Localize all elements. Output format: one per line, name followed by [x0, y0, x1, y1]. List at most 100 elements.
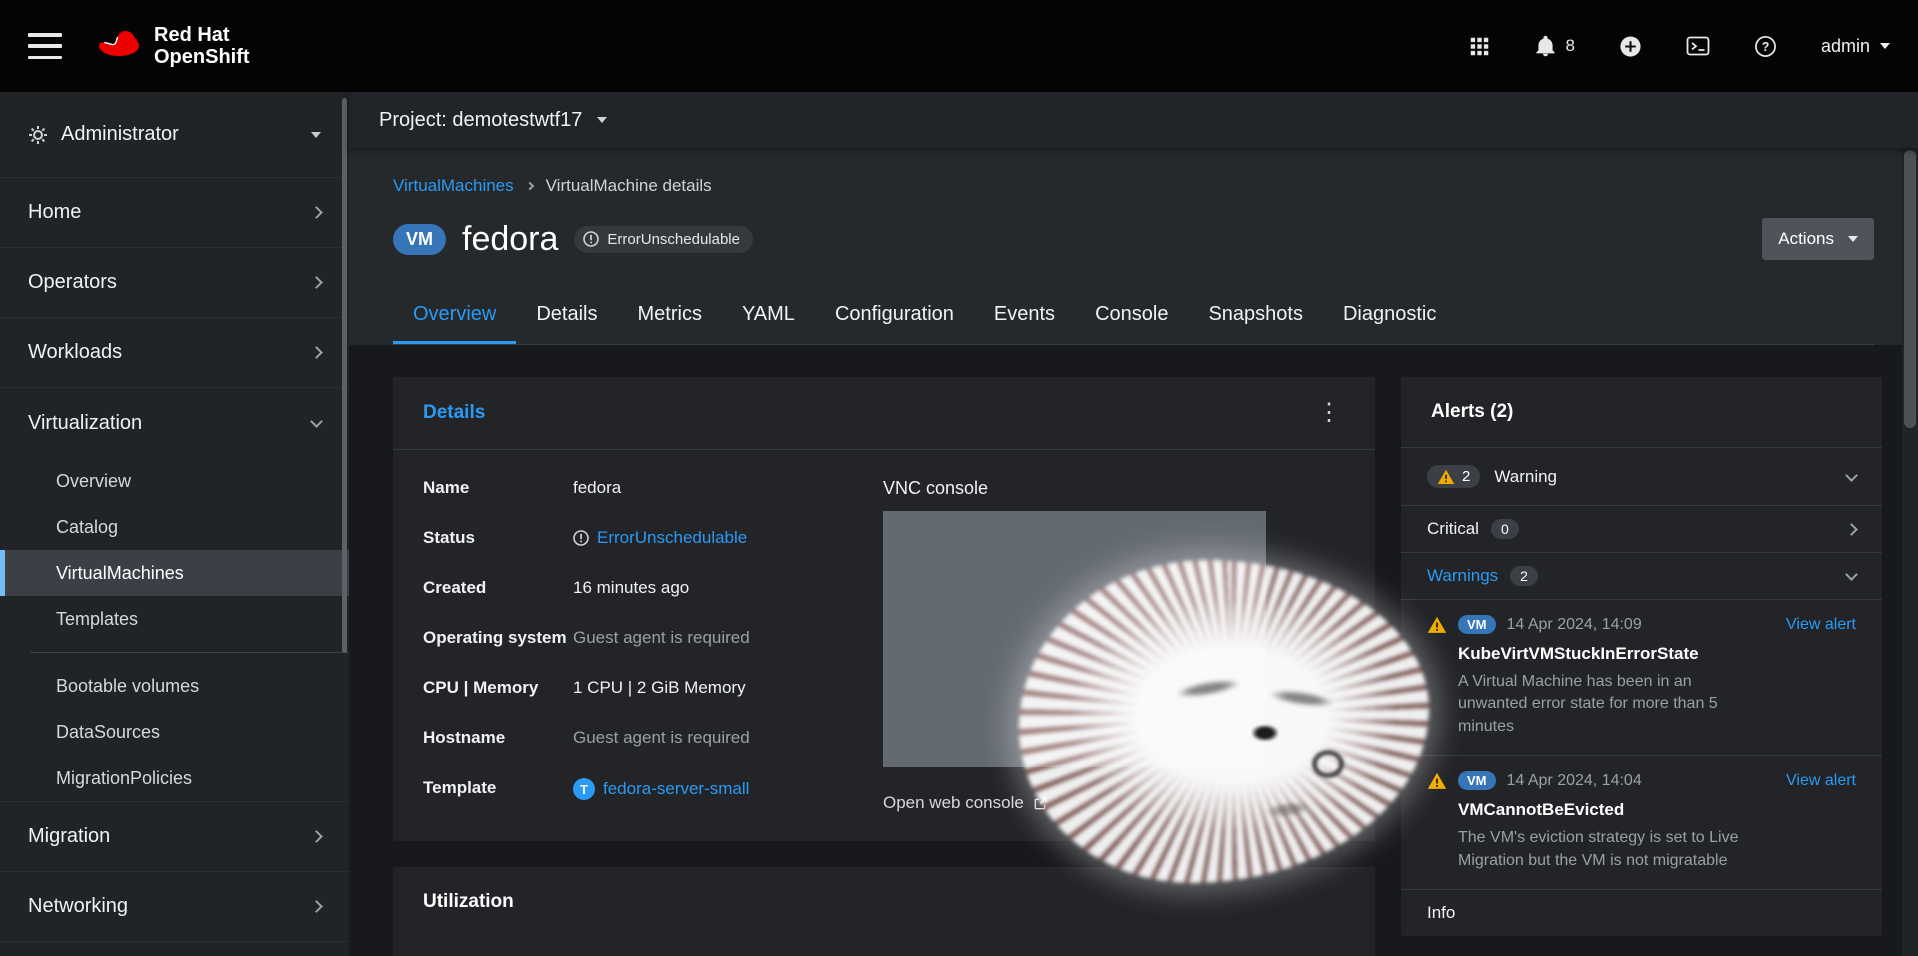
masthead: Red Hat OpenShift 8 ? admin: [0, 0, 1918, 92]
gear-icon: [28, 125, 48, 145]
nav-toggle-button[interactable]: [28, 33, 62, 59]
kebab-menu-icon[interactable]: ⋮: [1313, 401, 1345, 425]
app-launcher-icon[interactable]: [1469, 36, 1490, 57]
critical-count-badge: 0: [1491, 519, 1519, 539]
vertical-scrollbar[interactable]: [1902, 148, 1918, 956]
page-title: fedora: [462, 220, 558, 259]
user-name: admin: [1821, 36, 1870, 57]
breadcrumb-virtualmachines[interactable]: VirtualMachines: [393, 176, 514, 196]
brand-line1: Red Hat: [154, 24, 250, 46]
info-row[interactable]: Info: [1401, 890, 1882, 936]
tab-metrics[interactable]: Metrics: [618, 288, 722, 344]
utilization-card-title: Utilization: [423, 891, 514, 913]
field-hostname: Hostname Guest agent is required: [423, 728, 883, 748]
scrollbar-thumb[interactable]: [1904, 150, 1916, 428]
sidebar-item-workloads[interactable]: Workloads: [0, 318, 349, 388]
field-status: Status ErrorUnschedulable: [423, 528, 883, 548]
sidebar-item-migration[interactable]: Migration: [0, 802, 349, 872]
cli-terminal-icon[interactable]: [1686, 34, 1710, 58]
svg-text:?: ?: [1762, 39, 1770, 53]
chevron-right-icon: [1845, 523, 1858, 536]
sidebar-item-virt-overview[interactable]: Overview: [0, 458, 349, 504]
vnc-console-section: VNC console Open web console: [883, 478, 1345, 813]
perspective-switcher[interactable]: Administrator: [0, 92, 349, 178]
caret-down-icon: [311, 132, 321, 138]
sidebar-item-networking[interactable]: Networking: [0, 872, 349, 942]
actions-button[interactable]: Actions: [1762, 218, 1874, 260]
field-operating-system: Operating system Guest agent is required: [423, 628, 883, 648]
tab-console[interactable]: Console: [1075, 288, 1188, 344]
warnings-count-badge: 2: [1510, 566, 1538, 586]
status-link[interactable]: ErrorUnschedulable: [597, 528, 747, 548]
sidebar-item-home[interactable]: Home: [0, 178, 349, 248]
tab-diagnostic[interactable]: Diagnostic: [1323, 288, 1456, 344]
breadcrumb: VirtualMachines VirtualMachine details: [393, 176, 1874, 196]
status-pill-label: ErrorUnschedulable: [607, 231, 740, 248]
chevron-down-icon: [1845, 469, 1858, 482]
project-selector[interactable]: Project: demotestwtf17: [349, 92, 1918, 148]
tab-configuration[interactable]: Configuration: [815, 288, 974, 344]
tab-yaml[interactable]: YAML: [722, 288, 815, 344]
field-name: Name fedora: [423, 478, 883, 498]
sidebar-item-virtualization[interactable]: Virtualization: [0, 388, 349, 458]
chevron-right-icon: [525, 182, 533, 190]
tab-bar: Overview Details Metrics YAML Configurat…: [393, 288, 1874, 345]
alerts-summary-row[interactable]: 2 Warning: [1401, 448, 1882, 506]
sidebar-item-templates[interactable]: Templates: [0, 596, 349, 642]
virtualization-subnav: Overview Catalog VirtualMachines Templat…: [0, 458, 349, 802]
view-alert-link[interactable]: View alert: [1786, 616, 1856, 634]
view-alert-link[interactable]: View alert: [1786, 772, 1856, 790]
main-content: Project: demotestwtf17 VirtualMachines V…: [349, 92, 1918, 956]
chevron-right-icon: [310, 900, 323, 913]
field-cpu-memory: CPU | Memory 1 CPU | 2 GiB Memory: [423, 678, 883, 698]
exclamation-circle-icon: [583, 231, 599, 247]
warnings-row[interactable]: Warnings 2: [1401, 553, 1882, 600]
user-menu[interactable]: admin: [1821, 36, 1890, 57]
tab-events[interactable]: Events: [974, 288, 1075, 344]
warning-count-chip: 2: [1427, 465, 1480, 488]
critical-row[interactable]: Critical 0: [1401, 506, 1882, 553]
template-link[interactable]: fedora-server-small: [603, 779, 749, 799]
open-web-console-link[interactable]: Open web console: [883, 793, 1048, 813]
sidebar-item-bootable-volumes[interactable]: Bootable volumes: [0, 663, 349, 709]
warning-triangle-icon: [1427, 616, 1447, 634]
tab-snapshots[interactable]: Snapshots: [1188, 288, 1323, 344]
tab-details[interactable]: Details: [516, 288, 617, 344]
alert-timestamp: 14 Apr 2024, 14:04: [1507, 772, 1642, 790]
vnc-console-label: VNC console: [883, 478, 1345, 499]
tab-overview[interactable]: Overview: [393, 288, 516, 344]
sidebar: Administrator Home Operators Workloads V…: [0, 92, 349, 956]
sidebar-scrollbar[interactable]: [342, 98, 347, 653]
external-link-icon: [1033, 796, 1048, 811]
details-card-title[interactable]: Details: [423, 402, 485, 424]
quick-create-icon[interactable]: [1619, 35, 1642, 58]
page-header: VirtualMachines VirtualMachine details V…: [349, 148, 1918, 345]
sidebar-divider: [30, 652, 349, 653]
chevron-right-icon: [310, 206, 323, 219]
help-icon[interactable]: ?: [1754, 35, 1777, 58]
sidebar-item-virtualmachines[interactable]: VirtualMachines: [0, 550, 349, 596]
alert-timestamp: 14 Apr 2024, 14:09: [1507, 616, 1642, 634]
notification-count: 8: [1566, 36, 1575, 56]
sidebar-item-operators[interactable]: Operators: [0, 248, 349, 318]
alerts-card-title: Alerts (2): [1431, 401, 1513, 423]
utilization-card: Utilization: [393, 867, 1375, 956]
template-icon: T: [573, 778, 595, 800]
details-fields: Name fedora Status ErrorUn: [423, 478, 883, 813]
chevron-right-icon: [310, 830, 323, 843]
sidebar-item-catalog[interactable]: Catalog: [0, 504, 349, 550]
field-template: Template T fedora-server-small: [423, 778, 883, 800]
sidebar-item-datasources[interactable]: DataSources: [0, 709, 349, 755]
notifications-button[interactable]: 8: [1534, 35, 1575, 58]
field-created: Created 16 minutes ago: [423, 578, 883, 598]
breadcrumb-current: VirtualMachine details: [546, 176, 712, 196]
vm-status-badge[interactable]: ErrorUnschedulable: [574, 226, 753, 253]
alert-title: KubeVirtVMStuckInErrorState: [1458, 644, 1856, 664]
alert-title: VMCannotBeEvicted: [1458, 800, 1856, 820]
sidebar-item-migrationpolicies[interactable]: MigrationPolicies: [0, 755, 349, 801]
chevron-right-icon: [310, 276, 323, 289]
vm-kind-badge: VM: [393, 224, 446, 255]
project-label: Project: demotestwtf17: [379, 109, 582, 132]
caret-down-icon: [1848, 236, 1858, 242]
warning-triangle-icon: [1437, 469, 1455, 485]
